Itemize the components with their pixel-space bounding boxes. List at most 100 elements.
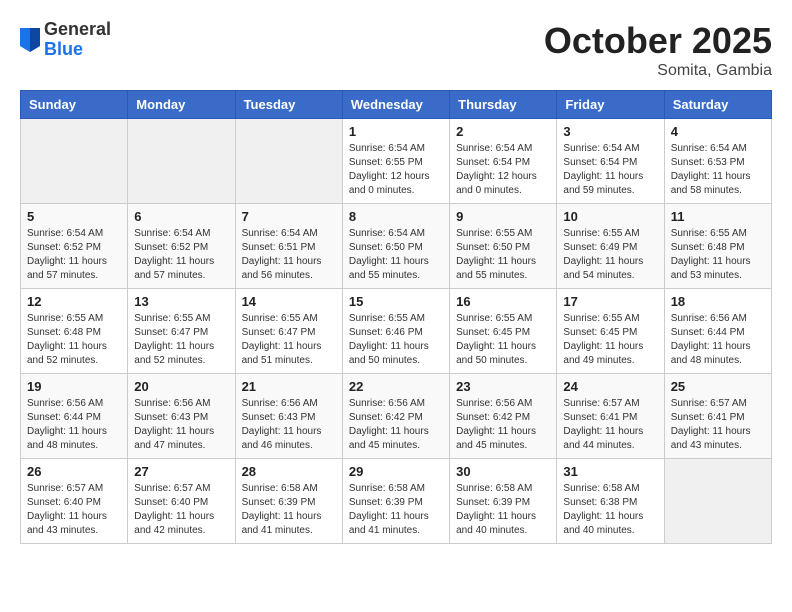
month-title: October 2025 — [544, 20, 772, 62]
calendar-cell: 21Sunrise: 6:56 AM Sunset: 6:43 PM Dayli… — [235, 374, 342, 459]
calendar-cell: 27 Sunrise: 6:57 AM Sunset: 6:40 PM Dayli… — [128, 459, 235, 544]
calendar-cell — [128, 119, 235, 204]
day-number: 3 — [563, 124, 657, 139]
calendar-cell: 2Sunrise: 6:54 AM Sunset: 6:54 PM Daylig… — [450, 119, 557, 204]
day-number: 10 — [563, 209, 657, 224]
day-info: Sunrise: 6:54 AM Sunset: 6:54 PM Dayligh… — [563, 142, 657, 198]
day-info: Sunrise: 6:57 AM Sunset: 6:40 PM Dayligh… — [134, 482, 228, 538]
title-block: October 2025 Somita, Gambia — [544, 20, 772, 80]
day-number: 12 — [27, 294, 121, 309]
day-info: Sunrise: 6:54 AM Sunset: 6:51 PM Dayligh… — [242, 227, 336, 283]
calendar-cell: 18 Sunrise: 6:56 AM Sunset: 6:44 PM Dayli… — [664, 289, 771, 374]
calendar-cell: 9 Sunrise: 6:55 AM Sunset: 6:50 PM Daylig… — [450, 204, 557, 289]
calendar-cell: 13Sunrise: 6:55 AM Sunset: 6:47 PM Dayli… — [128, 289, 235, 374]
day-info: Sunrise: 6:54 AM Sunset: 6:54 PM Dayligh… — [456, 142, 550, 198]
day-number: 19 — [27, 379, 121, 394]
day-number: 14 — [242, 294, 336, 309]
day-info: Sunrise: 6:55 AM Sunset: 6:45 PM Dayligh… — [563, 312, 657, 368]
day-info: Sunrise: 6:57 AM Sunset: 6:41 PM Dayligh… — [563, 397, 657, 453]
logo-general-text: General — [44, 20, 111, 40]
calendar-cell: 16 Sunrise: 6:55 AM Sunset: 6:45 PM Dayli… — [450, 289, 557, 374]
day-info: Sunrise: 6:55 AM Sunset: 6:48 PM Dayligh… — [27, 312, 121, 368]
day-number: 17 — [563, 294, 657, 309]
day-info: Sunrise: 6:54 AM Sunset: 6:50 PM Dayligh… — [349, 227, 443, 283]
calendar-cell: 24 Sunrise: 6:57 AM Sunset: 6:41 PM Dayli… — [557, 374, 664, 459]
day-number: 27 — [134, 464, 228, 479]
logo: General Blue — [20, 20, 111, 60]
day-number: 26 — [27, 464, 121, 479]
day-info: Sunrise: 6:56 AM Sunset: 6:44 PM Dayligh… — [27, 397, 121, 453]
weekday-header-thursday: Thursday — [450, 91, 557, 119]
day-info: Sunrise: 6:54 AM Sunset: 6:52 PM Dayligh… — [134, 227, 228, 283]
day-number: 18 — [671, 294, 765, 309]
calendar-cell: 29 Sunrise: 6:58 AM Sunset: 6:39 PM Dayli… — [342, 459, 449, 544]
weekday-header-wednesday: Wednesday — [342, 91, 449, 119]
day-number: 8 — [349, 209, 443, 224]
day-info: Sunrise: 6:54 AM Sunset: 6:52 PM Dayligh… — [27, 227, 121, 283]
weekday-header-row: SundayMondayTuesdayWednesdayThursdayFrid… — [21, 91, 772, 119]
location: Somita, Gambia — [544, 62, 772, 80]
day-info: Sunrise: 6:58 AM Sunset: 6:39 PM Dayligh… — [242, 482, 336, 538]
day-number: 15 — [349, 294, 443, 309]
day-info: Sunrise: 6:56 AM Sunset: 6:43 PM Dayligh… — [134, 397, 228, 453]
weekday-header-friday: Friday — [557, 91, 664, 119]
calendar-cell — [21, 119, 128, 204]
calendar-table: SundayMondayTuesdayWednesdayThursdayFrid… — [20, 90, 772, 544]
calendar-cell: 30Sunrise: 6:58 AM Sunset: 6:39 PM Dayli… — [450, 459, 557, 544]
day-info: Sunrise: 6:56 AM Sunset: 6:43 PM Dayligh… — [242, 397, 336, 453]
day-number: 5 — [27, 209, 121, 224]
logo-blue-text: Blue — [44, 40, 111, 60]
day-number: 29 — [349, 464, 443, 479]
day-info: Sunrise: 6:56 AM Sunset: 6:42 PM Dayligh… — [349, 397, 443, 453]
calendar-cell: 8 Sunrise: 6:54 AM Sunset: 6:50 PM Daylig… — [342, 204, 449, 289]
day-number: 28 — [242, 464, 336, 479]
weekday-header-monday: Monday — [128, 91, 235, 119]
calendar-cell: 10Sunrise: 6:55 AM Sunset: 6:49 PM Dayli… — [557, 204, 664, 289]
weekday-header-saturday: Saturday — [664, 91, 771, 119]
day-number: 9 — [456, 209, 550, 224]
calendar-cell: 1Sunrise: 6:54 AM Sunset: 6:55 PM Daylig… — [342, 119, 449, 204]
calendar-cell: 26Sunrise: 6:57 AM Sunset: 6:40 PM Dayli… — [21, 459, 128, 544]
day-number: 16 — [456, 294, 550, 309]
calendar-cell: 25 Sunrise: 6:57 AM Sunset: 6:41 PM Dayli… — [664, 374, 771, 459]
day-info: Sunrise: 6:55 AM Sunset: 6:45 PM Dayligh… — [456, 312, 550, 368]
day-number: 22 — [349, 379, 443, 394]
calendar-week-row: 19 Sunrise: 6:56 AM Sunset: 6:44 PM Dayli… — [21, 374, 772, 459]
calendar-cell: 12 Sunrise: 6:55 AM Sunset: 6:48 PM Dayli… — [21, 289, 128, 374]
calendar-cell: 17 Sunrise: 6:55 AM Sunset: 6:45 PM Dayli… — [557, 289, 664, 374]
day-info: Sunrise: 6:58 AM Sunset: 6:38 PM Dayligh… — [563, 482, 657, 538]
calendar-cell: 15Sunrise: 6:55 AM Sunset: 6:46 PM Dayli… — [342, 289, 449, 374]
day-info: Sunrise: 6:55 AM Sunset: 6:50 PM Dayligh… — [456, 227, 550, 283]
day-info: Sunrise: 6:55 AM Sunset: 6:47 PM Dayligh… — [242, 312, 336, 368]
calendar-cell — [664, 459, 771, 544]
calendar-week-row: 12 Sunrise: 6:55 AM Sunset: 6:48 PM Dayli… — [21, 289, 772, 374]
day-info: Sunrise: 6:56 AM Sunset: 6:44 PM Dayligh… — [671, 312, 765, 368]
calendar-cell: 5 Sunrise: 6:54 AM Sunset: 6:52 PM Daylig… — [21, 204, 128, 289]
day-number: 25 — [671, 379, 765, 394]
day-number: 1 — [349, 124, 443, 139]
day-info: Sunrise: 6:57 AM Sunset: 6:41 PM Dayligh… — [671, 397, 765, 453]
day-number: 30 — [456, 464, 550, 479]
weekday-header-sunday: Sunday — [21, 91, 128, 119]
day-info: Sunrise: 6:56 AM Sunset: 6:42 PM Dayligh… — [456, 397, 550, 453]
day-number: 4 — [671, 124, 765, 139]
calendar-cell: 19 Sunrise: 6:56 AM Sunset: 6:44 PM Dayli… — [21, 374, 128, 459]
calendar-cell: 14 Sunrise: 6:55 AM Sunset: 6:47 PM Dayli… — [235, 289, 342, 374]
calendar-cell: 11Sunrise: 6:55 AM Sunset: 6:48 PM Dayli… — [664, 204, 771, 289]
calendar-cell: 20Sunrise: 6:56 AM Sunset: 6:43 PM Dayli… — [128, 374, 235, 459]
logo-icon — [20, 28, 40, 52]
calendar-cell: 22 Sunrise: 6:56 AM Sunset: 6:42 PM Dayli… — [342, 374, 449, 459]
calendar-cell: 3 Sunrise: 6:54 AM Sunset: 6:54 PM Daylig… — [557, 119, 664, 204]
calendar-week-row: 5 Sunrise: 6:54 AM Sunset: 6:52 PM Daylig… — [21, 204, 772, 289]
page-header: General Blue October 2025 Somita, Gambia — [20, 20, 772, 80]
day-number: 24 — [563, 379, 657, 394]
logo-text: General Blue — [44, 20, 111, 60]
calendar-cell: 7Sunrise: 6:54 AM Sunset: 6:51 PM Daylig… — [235, 204, 342, 289]
weekday-header-tuesday: Tuesday — [235, 91, 342, 119]
day-number: 23 — [456, 379, 550, 394]
day-number: 11 — [671, 209, 765, 224]
calendar-cell: 23 Sunrise: 6:56 AM Sunset: 6:42 PM Dayli… — [450, 374, 557, 459]
day-number: 31 — [563, 464, 657, 479]
calendar-cell: 6Sunrise: 6:54 AM Sunset: 6:52 PM Daylig… — [128, 204, 235, 289]
day-info: Sunrise: 6:58 AM Sunset: 6:39 PM Dayligh… — [349, 482, 443, 538]
